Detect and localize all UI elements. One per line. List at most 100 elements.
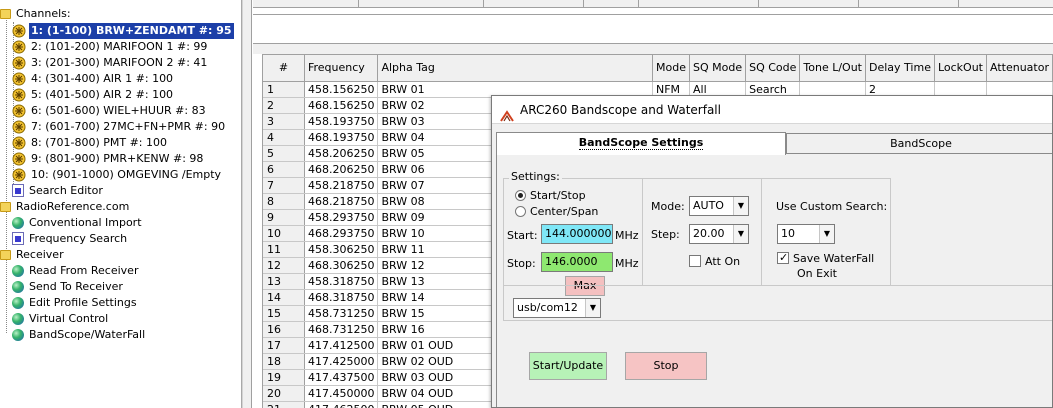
chevron-down-icon: ▼ — [733, 197, 748, 215]
column-header[interactable]: # — [263, 55, 305, 82]
tab-bandscope-settings[interactable]: BandScope Settings — [496, 132, 786, 155]
tree-channel-1[interactable]: 1: (1-100) BRW+ZENDAMT #: 95 — [12, 23, 234, 39]
table-cell[interactable]: 458.218750 — [304, 177, 379, 194]
table-cell[interactable]: 468.156250 — [304, 97, 379, 114]
column-header[interactable]: Frequency — [304, 55, 379, 82]
start-stop-radio[interactable]: Start/Stop — [515, 189, 586, 202]
column-header[interactable]: Mode — [652, 55, 690, 82]
tree-send-to-receiver[interactable]: Send To Receiver — [12, 279, 125, 295]
row-number-cell: 21 — [263, 401, 305, 408]
start-frequency-input[interactable]: 144.000000 — [541, 224, 613, 244]
tab-bandscope[interactable]: BandScope — [786, 133, 1052, 154]
table-cell[interactable]: 417.450000 — [304, 385, 379, 402]
stop-frequency-input[interactable]: 146.0000 — [541, 252, 613, 272]
table-cell[interactable]: 458.156250 — [304, 81, 379, 98]
table-cell[interactable]: 468.306250 — [304, 257, 379, 274]
tree-edit-profile-settings[interactable]: Edit Profile Settings — [12, 295, 139, 311]
save-waterfall-checkbox[interactable]: Save WaterFall — [777, 251, 874, 265]
column-header[interactable]: LockOut — [934, 55, 988, 82]
table-cell[interactable]: 458.731250 — [304, 305, 379, 322]
tree-channel-2[interactable]: 2: (101-200) MARIFOON 1 #: 99 — [12, 39, 209, 55]
globe-icon — [12, 329, 24, 341]
tree-channel-6[interactable]: 6: (501-600) WIEL+HUUR #: 83 — [12, 103, 208, 119]
column-header[interactable]: Attenuator — [986, 55, 1053, 82]
column-header[interactable]: SQ Code — [745, 55, 801, 82]
tree-search-editor[interactable]: Search Editor — [12, 183, 105, 199]
table-cell[interactable]: 468.193750 — [304, 129, 379, 146]
row-number-cell: 16 — [263, 321, 305, 338]
globe-icon — [12, 217, 24, 229]
center-span-radio[interactable]: Center/Span — [515, 205, 598, 218]
column-header[interactable]: SQ Mode — [689, 55, 747, 82]
table-cell[interactable]: 458.318750 — [304, 273, 379, 290]
mode-label: Mode: — [651, 200, 685, 213]
table-cell[interactable]: 417.425000 — [304, 353, 379, 370]
table-cell[interactable]: 417.437500 — [304, 369, 379, 386]
table-cell[interactable]: 458.293750 — [304, 209, 379, 226]
row-number-cell: 1 — [263, 81, 305, 98]
tree-channels-node[interactable]: Channels: — [0, 6, 73, 22]
table-cell[interactable]: 458.306250 — [304, 241, 379, 258]
tree-receiver-node[interactable]: Receiver — [0, 247, 66, 263]
tree-virtual-control[interactable]: Virtual Control — [12, 311, 110, 327]
row-number-cell: 18 — [263, 353, 305, 370]
tree-channel-3[interactable]: 3: (201-300) MARIFOON 2 #: 41 — [12, 55, 209, 71]
dialog-titlebar[interactable]: ARC260 Bandscope and Waterfall — [492, 96, 1052, 124]
table-cell[interactable]: 468.318750 — [304, 289, 379, 306]
table-cell[interactable]: 468.206250 — [304, 161, 379, 178]
att-on-checkbox[interactable]: Att On — [689, 255, 740, 268]
chevron-down-icon: ▼ — [733, 225, 748, 243]
tree-bandscope-waterfall[interactable]: BandScope/WaterFall — [12, 327, 147, 343]
radio-antenna-icon — [12, 120, 26, 134]
table-cell[interactable]: 417.462500 — [304, 401, 379, 408]
table-cell[interactable]: 468.731250 — [304, 321, 379, 338]
row-number-cell: 7 — [263, 177, 305, 194]
row-number-cell: 2 — [263, 97, 305, 114]
table-cell[interactable]: 458.206250 — [304, 145, 379, 162]
start-update-button[interactable]: Start/Update — [529, 352, 607, 380]
table-cell[interactable]: 468.293750 — [304, 225, 379, 242]
bandscope-dialog[interactable]: ARC260 Bandscope and Waterfall BandScope… — [491, 95, 1053, 408]
tree-label: Virtual Control — [29, 312, 109, 325]
folder-icon — [0, 9, 11, 19]
top-header-strip — [253, 0, 1053, 8]
tree-conventional-import[interactable]: Conventional Import — [12, 215, 144, 231]
tree-channel-8[interactable]: 8: (701-800) PMT #: 100 — [12, 135, 169, 151]
row-number-cell: 10 — [263, 225, 305, 242]
tree-channel-7[interactable]: 7: (601-700) 27MC+FN+PMR #: 90 — [12, 119, 227, 135]
table-cell[interactable]: 458.193750 — [304, 113, 379, 130]
column-header[interactable]: Delay Time — [865, 55, 935, 82]
custom-search-select[interactable]: 10 ▼ — [777, 224, 835, 244]
port-select[interactable]: usb/com12 ▼ — [513, 298, 601, 318]
tree-read-from-receiver[interactable]: Read From Receiver — [12, 263, 140, 279]
settings-panel: Settings: Start/Stop Center/Span Start: … — [496, 153, 1052, 407]
column-header[interactable]: Tone L/Out — [799, 55, 866, 82]
row-number-cell: 13 — [263, 273, 305, 290]
stop-button[interactable]: Stop — [625, 352, 707, 380]
tree-channel-9[interactable]: 9: (801-900) PMR+KENW #: 98 — [12, 151, 205, 167]
radio-antenna-icon — [12, 72, 26, 86]
table-cell[interactable]: 468.218750 — [304, 193, 379, 210]
tree-frequency-search[interactable]: Frequency Search — [12, 231, 129, 247]
stop-label: Stop: — [507, 257, 536, 270]
mode-select[interactable]: AUTO ▼ — [689, 196, 749, 216]
tree-radioreference-node[interactable]: RadioReference.com — [0, 199, 131, 215]
tree-channel-4[interactable]: 4: (301-400) AIR 1 #: 100 — [12, 71, 175, 87]
column-header[interactable]: Alpha Tag — [377, 55, 653, 82]
tree-scrollbar[interactable] — [242, 0, 252, 408]
custom-search-value: 10 — [781, 227, 795, 240]
tree-label: Edit Profile Settings — [29, 296, 137, 309]
folder-icon — [0, 202, 11, 212]
mode-select-value: AUTO — [693, 199, 724, 212]
row-number-cell: 9 — [263, 209, 305, 226]
tree-channel-10[interactable]: 10: (901-1000) OMGEVING /Empty — [12, 167, 223, 183]
tree-label: Channels: — [16, 7, 71, 20]
tab-label: BandScope — [890, 137, 952, 150]
app-logo-icon — [500, 104, 514, 122]
tree-channel-5[interactable]: 5: (401-500) AIR 2 #: 100 — [12, 87, 175, 103]
step-select[interactable]: 20.00 ▼ — [689, 224, 749, 244]
table-cell[interactable]: 417.412500 — [304, 337, 379, 354]
profile-tree[interactable]: Channels: 1: (1-100) BRW+ZENDAMT #: 95 2… — [0, 0, 242, 408]
tab-label: BandScope Settings — [578, 136, 704, 150]
tree-label: 7: (601-700) 27MC+FN+PMR #: 90 — [31, 120, 226, 133]
